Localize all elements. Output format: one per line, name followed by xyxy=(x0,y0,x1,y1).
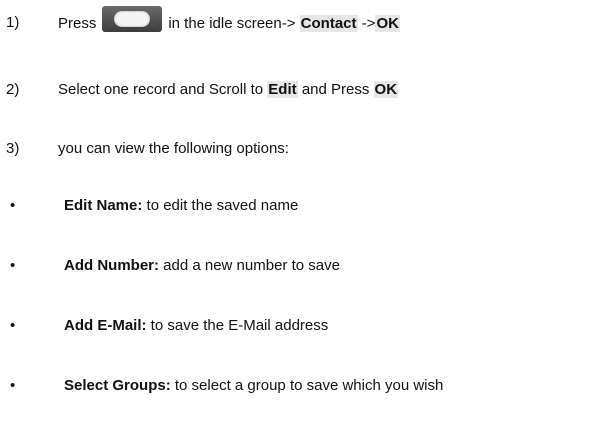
step-text-part: -> xyxy=(361,14,376,32)
option-text: Edit Name: to edit the saved name xyxy=(64,194,298,218)
bullet: • xyxy=(10,377,16,394)
option-term: Add Number: xyxy=(64,257,159,274)
option-description: to edit the saved name xyxy=(146,197,299,214)
ok-key-label: OK xyxy=(375,14,400,32)
bullet: • xyxy=(10,317,16,334)
step-text-part: in the idle screen-> xyxy=(168,14,296,32)
step-text: you can view the following options: xyxy=(58,140,289,157)
option-term: Add E-Mail: xyxy=(64,317,147,334)
step-text-part: and Press xyxy=(301,81,370,98)
option-term: Select Groups: xyxy=(64,377,171,394)
option-description: add a new number to save xyxy=(163,257,340,274)
menu-contact-label: Contact xyxy=(299,14,358,32)
end-key-icon xyxy=(102,6,163,32)
menu-edit-label: Edit xyxy=(267,81,298,98)
option-term: Edit Name: xyxy=(64,197,143,214)
option-text: Add Number: add a new number to save xyxy=(64,254,340,278)
step-number: 1) xyxy=(6,14,20,31)
step-text-part: Select one record and Scroll to xyxy=(58,81,264,98)
step-text-part: Press xyxy=(58,14,97,32)
option-description: to select a group to save which you wish xyxy=(174,377,444,394)
bullet: • xyxy=(10,197,16,214)
step-text: Press in the idle screen-> Contact ->OK xyxy=(58,6,400,37)
bullet: • xyxy=(10,257,16,274)
ok-key-label: OK xyxy=(373,81,399,98)
step-number: 2) xyxy=(6,81,20,98)
step-text: Select one record and Scroll to Edit and… xyxy=(58,78,399,102)
option-text: Select Groups: to select a group to save… xyxy=(64,374,443,398)
key-pill-shape xyxy=(114,11,151,27)
option-text: Add E-Mail: to save the E-Mail address xyxy=(64,314,328,338)
option-description: to save the E-Mail address xyxy=(150,317,329,334)
step-number: 3) xyxy=(6,140,20,157)
